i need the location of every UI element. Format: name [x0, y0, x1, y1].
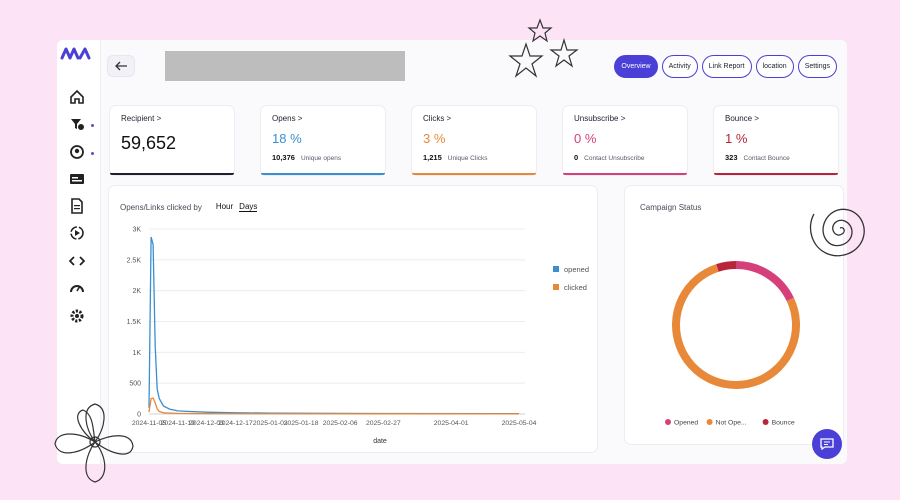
recipient-bar: [110, 173, 234, 175]
document-icon[interactable]: [69, 198, 85, 214]
opens-desc: Unique opens: [300, 155, 342, 162]
campaign-title-redacted: [165, 51, 405, 81]
clicks-label[interactable]: Clicks >: [423, 114, 525, 123]
clicks-bar: [412, 173, 536, 175]
unsubscribe-label[interactable]: Unsubscribe >: [574, 114, 676, 123]
y-tick-label: 500: [129, 381, 141, 388]
x-axis-label: date: [373, 438, 387, 445]
legend-label-clicked: clicked: [564, 283, 587, 292]
campaign-dot: [91, 124, 94, 127]
template-icon[interactable]: [69, 171, 85, 187]
opens-rate: 18 %: [272, 131, 302, 146]
x-tick-label: 2025-02-06: [323, 420, 358, 427]
automation-icon[interactable]: [69, 225, 85, 241]
opens-count: 10,376: [272, 153, 295, 162]
tab-link-report[interactable]: Link Report: [701, 55, 752, 78]
legend-dot-bounce: [762, 419, 769, 425]
x-tick-label: 2025-05-04: [502, 420, 537, 427]
legend-dot-notope: [706, 419, 713, 425]
tab-overview[interactable]: Overview: [614, 55, 658, 78]
brand-logo: [60, 47, 91, 60]
recipient-label[interactable]: Recipient >: [121, 114, 223, 123]
bounce-rate: 1 %: [725, 131, 748, 146]
opens-card[interactable]: Opens > 18 % 10,376 Unique opens: [261, 106, 385, 175]
line-chart: 05001K1.5K2K2.5K3K2024-11-052024-11-1920…: [127, 227, 589, 446]
audience-icon[interactable]: [69, 144, 85, 160]
opens-bar: [261, 173, 385, 175]
arrow-left-icon: [115, 61, 127, 71]
granularity-days[interactable]: Days: [239, 202, 258, 212]
legend-label-opened: Opened: [674, 420, 698, 427]
x-tick-label: 2025-02-27: [366, 420, 401, 427]
chat-icon: [820, 438, 834, 450]
unsubscribe-rate: 0 %: [574, 131, 597, 146]
chart-title: Opens/Links clicked by: [120, 202, 202, 212]
donut-slice-bounce: [716, 261, 737, 272]
x-tick-label: 2024-12-17: [218, 420, 253, 427]
legend-swatch-clicked: [553, 284, 559, 290]
unsubscribe-card[interactable]: Unsubscribe > 0 % 0 Contact Unsubscribe: [563, 106, 687, 175]
tab-activity[interactable]: Activity: [661, 55, 698, 78]
chat-button[interactable]: [812, 429, 842, 459]
x-tick-label: 2025-01-03: [253, 420, 288, 427]
legend-label-opened: opened: [564, 265, 589, 274]
audience-dot: [91, 152, 94, 155]
legend-label-notope: Not Ope...: [716, 420, 747, 427]
clicks-desc: Unique Clicks: [447, 155, 488, 162]
home-icon[interactable]: [69, 89, 85, 105]
legend-label-bounce: Bounce: [772, 420, 795, 427]
star-doodle: [508, 18, 579, 78]
y-tick-label: 3K: [132, 227, 141, 234]
opens-label[interactable]: Opens >: [272, 114, 374, 123]
bounce-bar: [714, 173, 838, 175]
bounce-count: 323: [725, 153, 738, 162]
series-line-opened: [148, 236, 520, 415]
y-tick-label: 2K: [132, 288, 141, 295]
campaign-status-title: Campaign Status: [640, 203, 702, 212]
donut-slice-opened: [735, 261, 794, 302]
campaign-icon[interactable]: [69, 116, 85, 132]
bounce-card[interactable]: Bounce > 1 % 323 Contact Bounce: [714, 106, 838, 175]
tab-settings[interactable]: Settings: [797, 55, 837, 78]
back-button[interactable]: [107, 55, 135, 77]
clicks-count: 1,215: [423, 153, 442, 162]
x-tick-label: 2025-04-01: [434, 420, 469, 427]
unsubscribe-bar: [563, 173, 687, 175]
y-tick-label: 1.5K: [127, 319, 142, 326]
tab-location[interactable]: location: [755, 55, 794, 78]
unsubscribe-count: 0: [574, 153, 579, 162]
speed-icon[interactable]: [69, 280, 85, 296]
unsubscribe-desc: Contact Unsubscribe: [584, 155, 645, 162]
chart-header: Opens/Links clicked by Hour Days: [120, 202, 258, 212]
flower-doodle: [54, 403, 134, 483]
x-tick-label: 2025-01-18: [284, 420, 319, 427]
spiral-doodle: [809, 208, 865, 257]
y-tick-label: 1K: [132, 350, 141, 357]
clicks-card[interactable]: Clicks > 3 % 1,215 Unique Clicks: [412, 106, 536, 175]
recipient-value: 59,652: [121, 133, 177, 153]
y-tick-label: 2.5K: [127, 257, 142, 264]
bounce-label[interactable]: Bounce >: [725, 114, 827, 123]
app-window: Overview Activity Link Report location S…: [57, 40, 847, 464]
report-tabs: Overview Activity Link Report location S…: [614, 55, 837, 78]
recipient-card[interactable]: Recipient > 59,652: [110, 106, 234, 175]
bounce-desc: Contact Bounce: [743, 155, 790, 162]
settings-icon[interactable]: [69, 308, 85, 324]
legend-dot-opened: [665, 419, 671, 425]
granularity-hour[interactable]: Hour: [216, 202, 233, 212]
code-icon[interactable]: [69, 253, 85, 269]
legend-swatch-opened: [553, 266, 559, 272]
clicks-rate: 3 %: [423, 131, 446, 146]
